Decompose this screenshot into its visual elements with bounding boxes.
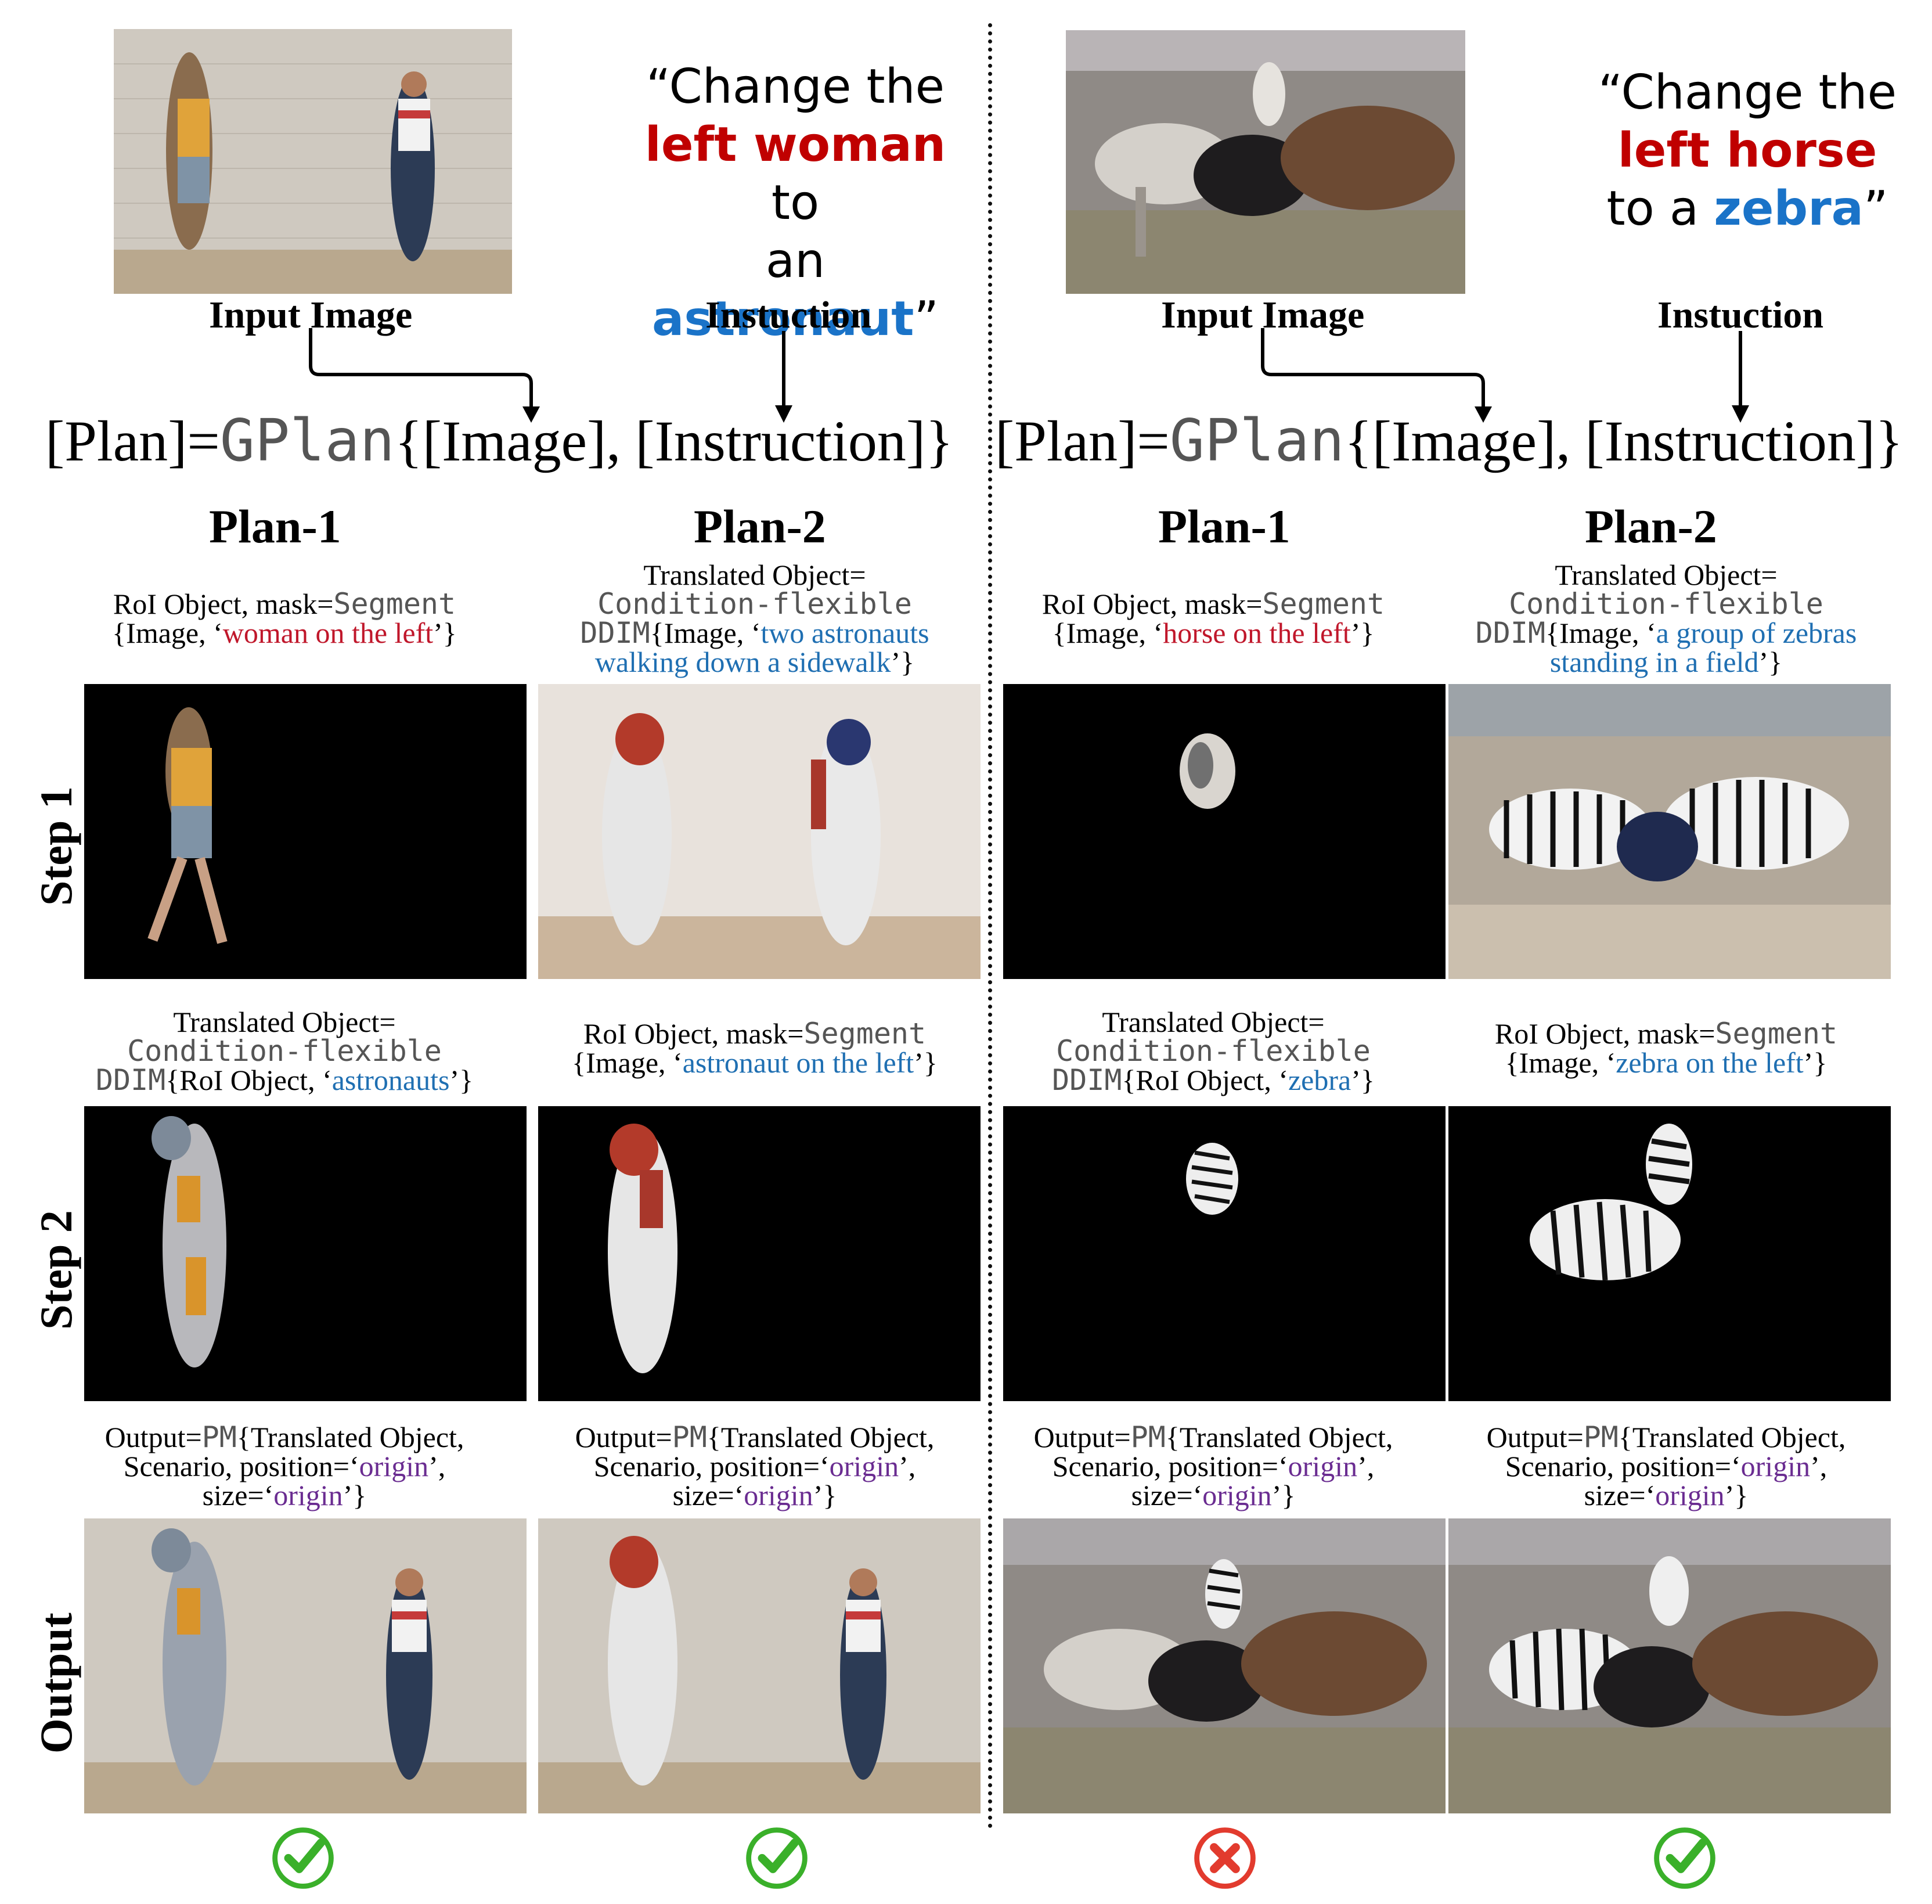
- caption-step1-col1: RoI Object, mask=Segment {Image, ‘woman …: [112, 587, 457, 649]
- quote-red-text: left horse: [1617, 123, 1877, 178]
- caption-step2-col4: RoI Object, mask=Segment {Image, ‘zebra …: [1494, 1017, 1838, 1079]
- output-image-col4: [1448, 1518, 1891, 1813]
- caption-output-col2: Output=PM{Translated Object, Scenario, p…: [575, 1420, 935, 1511]
- step1-image-col2: [538, 684, 981, 979]
- quote-text: to a: [1606, 181, 1714, 236]
- input-image-right: [1066, 30, 1465, 294]
- caption-output-col3: Output=PM{Translated Object, Scenario, p…: [1033, 1420, 1393, 1511]
- instruction-quote-right: “Change the left horse to a zebra”: [1573, 64, 1922, 238]
- quote-text: to: [771, 175, 820, 231]
- quote-red-text: left woman: [644, 117, 946, 172]
- caption-step1-col2: Translated Object= Condition-flexible DD…: [580, 559, 929, 678]
- output-image-col2: [538, 1518, 981, 1813]
- row-label-step2: Step 2: [31, 1210, 81, 1330]
- step2-image-col1: [84, 1106, 527, 1401]
- formula-text: {[Image], [Instruction]}: [394, 409, 954, 473]
- formula-text: [Plan]=: [995, 409, 1170, 473]
- caption-step1-col3: RoI Object, mask=Segment {Image, ‘horse …: [1041, 587, 1385, 649]
- step1-image-col3: [1003, 684, 1446, 979]
- plan-1-title-right: Plan-1: [1158, 500, 1291, 553]
- gplan-formula-left: [Plan]=GPlan{[Image], [Instruction]}: [45, 406, 953, 474]
- caption-output-col1: Output=PM{Translated Object, Scenario, p…: [104, 1420, 464, 1511]
- caption-output-col4: Output=PM{Translated Object, Scenario, p…: [1486, 1420, 1846, 1511]
- step2-image-col2: [538, 1106, 981, 1401]
- caption-step2-col2: RoI Object, mask=Segment {Image, ‘astron…: [572, 1017, 938, 1079]
- quote-text: “Change the: [1598, 65, 1897, 120]
- step2-image-col3: [1003, 1106, 1446, 1401]
- quote-text: ”: [1863, 181, 1888, 236]
- plan-1-title-left: Plan-1: [209, 500, 341, 553]
- check-icon: [271, 1826, 335, 1890]
- caption-step2-col1: Translated Object= Condition-flexible DD…: [95, 1006, 474, 1097]
- formula-text: [Plan]=: [45, 409, 220, 473]
- check-icon: [745, 1826, 809, 1890]
- quote-text: ”: [914, 291, 939, 347]
- step1-image-col4: [1448, 684, 1891, 979]
- check-icon: [1653, 1826, 1717, 1890]
- plan-2-title-right: Plan-2: [1585, 500, 1717, 553]
- row-label-step1: Step 1: [31, 786, 81, 906]
- output-image-col3: [1003, 1518, 1446, 1813]
- quote-text: “Change the: [646, 59, 945, 114]
- step1-image-col1: [84, 684, 527, 979]
- plan-2-title-left: Plan-2: [694, 500, 826, 553]
- cross-icon: [1193, 1826, 1257, 1890]
- step2-image-col4: [1448, 1106, 1891, 1401]
- quote-blue-text: zebra: [1714, 181, 1864, 236]
- formula-function: GPlan: [1169, 406, 1345, 474]
- input-image-left: [114, 29, 512, 294]
- caption-step2-col3: Translated Object= Condition-flexible DD…: [1052, 1006, 1375, 1097]
- formula-text: {[Image], [Instruction]}: [1344, 409, 1904, 473]
- row-label-output: Output: [31, 1613, 81, 1754]
- panel-divider: [988, 23, 992, 1829]
- formula-function: GPlan: [219, 406, 395, 474]
- gplan-formula-right: [Plan]=GPlan{[Image], [Instruction]}: [995, 406, 1903, 474]
- output-image-col1: [84, 1518, 527, 1813]
- caption-step1-col4: Translated Object= Condition-flexible DD…: [1475, 559, 1857, 678]
- quote-text: an: [765, 233, 826, 289]
